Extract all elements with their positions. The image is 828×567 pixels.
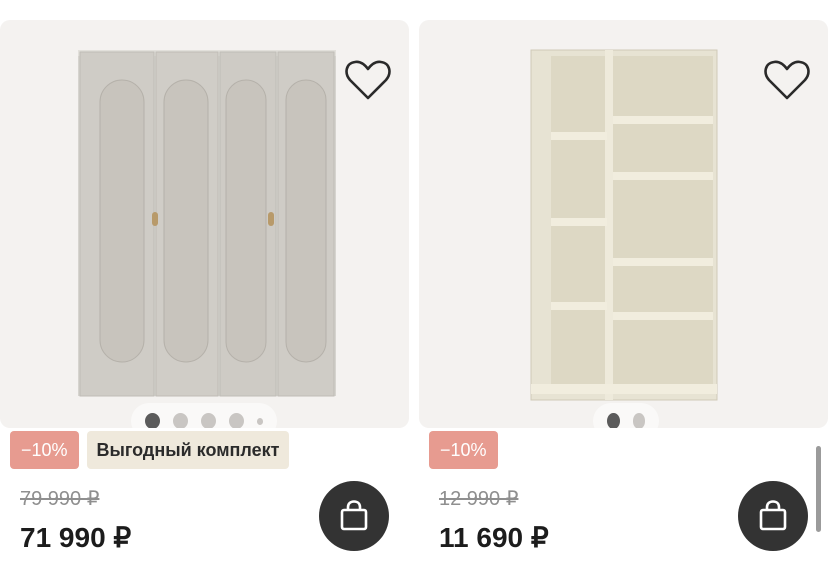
shopping-bag-icon	[759, 500, 787, 531]
carousel-dot[interactable]	[228, 413, 244, 428]
carousel-dot[interactable]	[145, 413, 160, 428]
old-price: 12 990 ₽	[439, 488, 519, 510]
carousel-dot[interactable]	[172, 413, 188, 428]
discount-badge: −10%	[10, 431, 79, 469]
price: 71 990 ₽	[20, 522, 132, 553]
product-card-1[interactable]: −10% Выгодный комплект 79 990 ₽ 71 990 ₽	[0, 0, 410, 567]
badges-2: −10%	[429, 431, 498, 469]
promo-badge: Выгодный комплект	[86, 431, 290, 469]
discount-badge: −10%	[429, 431, 498, 469]
product-image-2[interactable]	[419, 20, 828, 428]
scrollbar[interactable]	[816, 446, 821, 532]
shopping-bag-icon	[340, 500, 368, 531]
carousel-dot[interactable]	[632, 413, 645, 428]
favorite-button-2[interactable]	[763, 58, 811, 102]
badges-1: −10% Выгодный комплект	[10, 431, 290, 469]
product-image-1[interactable]	[0, 20, 409, 428]
add-to-cart-button-1[interactable]	[319, 481, 389, 551]
favorite-button-1[interactable]	[344, 58, 392, 102]
add-to-cart-button-2[interactable]	[738, 481, 808, 551]
carousel-dots-2	[593, 403, 659, 428]
heart-icon	[345, 60, 391, 100]
carousel-dot[interactable]	[607, 413, 620, 428]
old-price: 79 990 ₽	[20, 488, 100, 510]
carousel-dots-1	[131, 403, 277, 428]
carousel-dot[interactable]	[200, 413, 216, 428]
heart-icon	[764, 60, 810, 100]
carousel-dot[interactable]	[256, 417, 263, 425]
price: 11 690 ₽	[439, 522, 549, 553]
product-card-2[interactable]: −10% 12 990 ₽ 11 690 ₽	[419, 0, 828, 567]
